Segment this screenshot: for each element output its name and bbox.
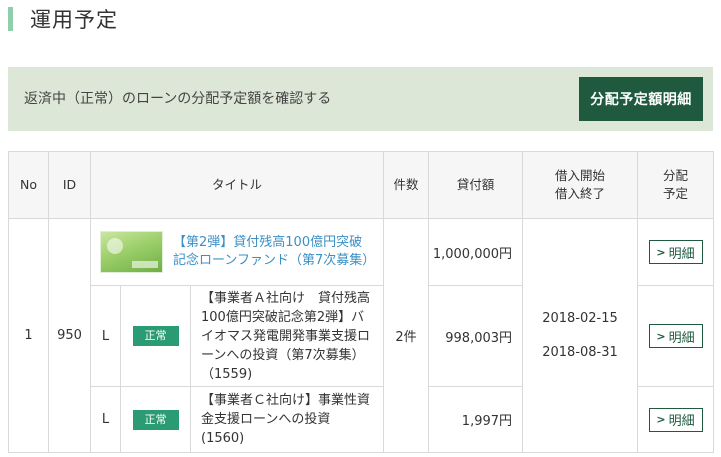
header-distribution-2: 予定	[663, 186, 689, 201]
end-date: 2018-08-31	[542, 344, 618, 360]
header-distribution-1: 分配	[663, 168, 689, 183]
fund-thumbnail-image[interactable]	[100, 231, 163, 273]
status-badge: 正常	[132, 409, 179, 430]
loan-detail-cell: > 明細	[637, 285, 715, 387]
distribution-banner: 返済中（正常）のローンの分配予定額を確認する 分配予定額明細	[8, 67, 713, 131]
loan-marker: L	[90, 285, 121, 387]
fund-detail-cell: > 明細	[637, 218, 715, 286]
start-date: 2018-02-15	[542, 310, 618, 326]
loan-status-cell: 正常	[120, 386, 191, 453]
chevron-right-icon: >	[656, 245, 666, 259]
fund-detail-button[interactable]: > 明細	[648, 240, 703, 264]
row-id: 950	[48, 218, 91, 453]
loan-schedule-table: No ID タイトル 件数 貸付額 借入開始 借入終了 分配 予定 1 950 …	[8, 151, 715, 453]
header-dates-end: 借入終了	[555, 186, 606, 201]
fund-title-cell: 【第2弾】貸付残高100億円突破記念ローンファンド（第7次募集）	[89, 218, 385, 286]
page-title-block: 運用予定	[8, 4, 118, 34]
chevron-right-icon: >	[656, 413, 666, 426]
fund-row: 1 950 【第2弾】貸付残高100億円突破記念ローンファンド（第7次募集） 2…	[8, 218, 715, 453]
loan-detail-cell: > 明細	[637, 386, 715, 453]
loan-marker: L	[90, 386, 121, 453]
row-count: 2件	[383, 218, 430, 453]
loan-detail-button[interactable]: > 明細	[648, 407, 703, 432]
header-count: 件数	[383, 151, 430, 219]
header-title: タイトル	[89, 151, 385, 219]
status-badge: 正常	[132, 326, 179, 346]
loan-amount: 998,003円	[428, 285, 524, 387]
row-no: 1	[8, 218, 49, 453]
header-id: ID	[48, 151, 91, 219]
title-accent-bar	[8, 7, 13, 31]
header-distribution: 分配 予定	[637, 151, 715, 219]
chevron-right-icon: >	[656, 329, 666, 343]
loan-title-cell: 【事業者Ａ社向け 貸付残高100億円突破記念第2弾】バイオマス発電開発事業支援ロ…	[189, 285, 385, 387]
loan-title-cell: 【事業者Ｃ社向け】事業性資金支援ローンへの投資 (1560)	[189, 386, 385, 453]
page-title: 運用予定	[30, 8, 118, 32]
loan-amount: 1,997円	[428, 386, 524, 453]
row-dates: 2018-02-15 2018-08-31	[522, 218, 639, 453]
loan-status-cell: 正常	[120, 285, 191, 387]
header-dates: 借入開始 借入終了	[522, 151, 639, 219]
header-amount: 貸付額	[428, 151, 524, 219]
loan-title: 【事業者Ｃ社向け】事業性資金支援ローンへの投資 (1560)	[201, 393, 371, 446]
banner-text: 返済中（正常）のローンの分配予定額を確認する	[24, 91, 332, 107]
loan-detail-button[interactable]: > 明細	[648, 324, 703, 348]
fund-title-link[interactable]: 【第2弾】貸付残高100億円突破記念ローンファンド（第7次募集）	[173, 234, 375, 270]
header-dates-start: 借入開始	[555, 168, 606, 183]
distribution-detail-button[interactable]: 分配予定額明細	[579, 77, 703, 121]
fund-amount: 1,000,000円	[428, 218, 524, 286]
header-no: No	[8, 151, 49, 219]
table-header-row: No ID タイトル 件数 貸付額 借入開始 借入終了 分配 予定	[8, 151, 715, 219]
loan-title: 【事業者Ａ社向け 貸付残高100億円突破記念第2弾】バイオマス発電開発事業支援ロ…	[201, 290, 371, 382]
